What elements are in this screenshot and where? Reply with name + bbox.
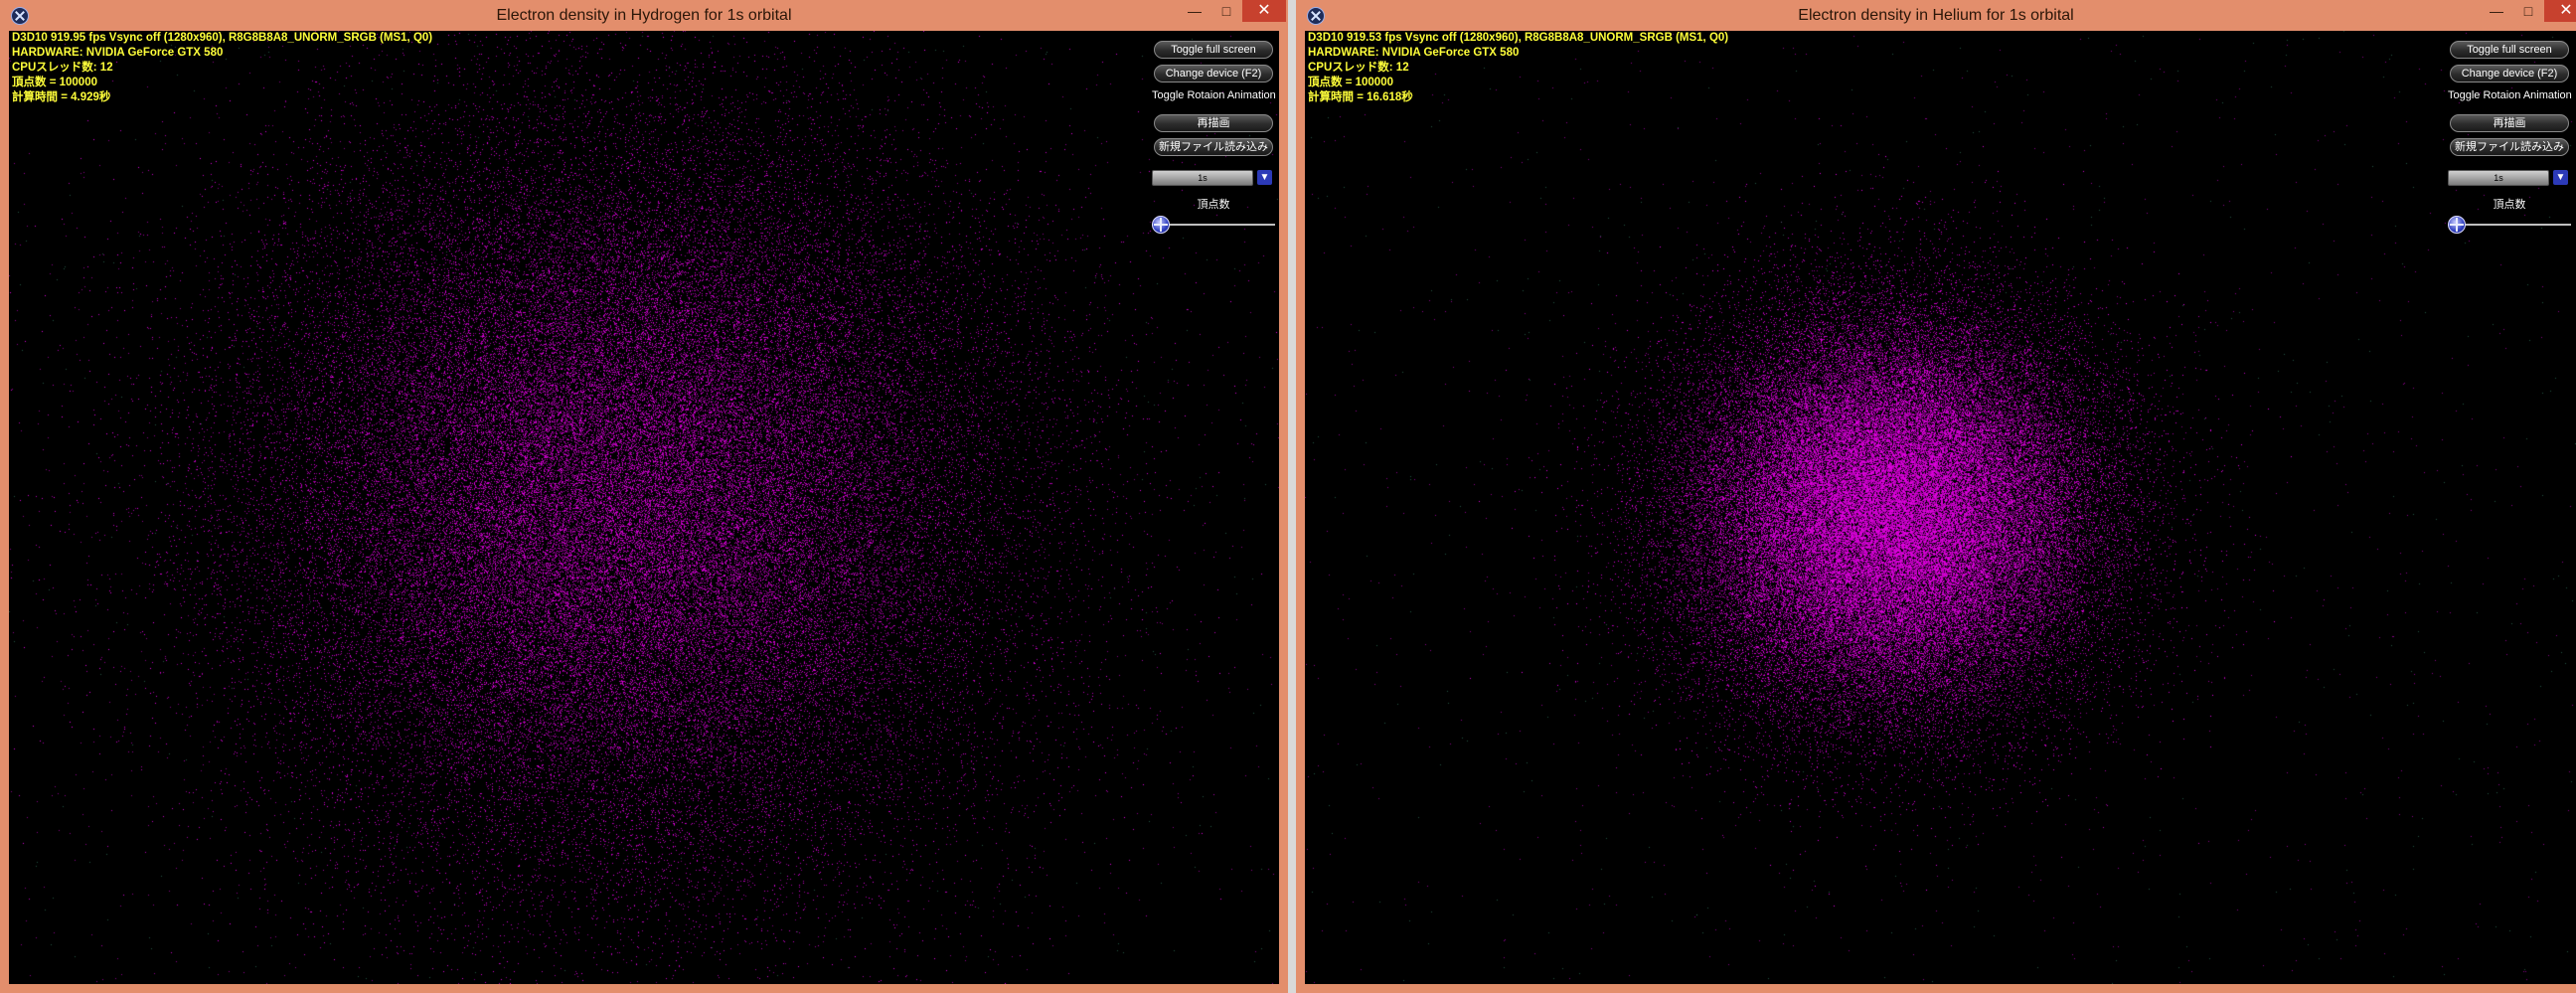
maximize-button[interactable]: □ — [2512, 0, 2544, 22]
render-viewport[interactable]: D3D10 919.95 fps Vsync off (1280x960), R… — [9, 31, 1279, 984]
electron-density-scatter — [9, 31, 1279, 984]
window-title: Electron density in Hydrogen for 1s orbi… — [496, 7, 792, 24]
stats-cpu-threads-line: CPUスレッド数: 12 — [1308, 62, 1409, 74]
stats-vertex-count-line: 頂点数 = 100000 — [1308, 77, 1393, 88]
maximize-button[interactable]: □ — [1210, 0, 1242, 22]
window-title: Electron density in Helium for 1s orbita… — [1798, 7, 2074, 24]
redraw-button[interactable]: 再描画 — [1154, 114, 1273, 132]
slider-thumb[interactable] — [1152, 216, 1170, 234]
change-device-button[interactable]: Change device (F2) — [2450, 65, 2569, 83]
title-bar[interactable]: Electron density in Helium for 1s orbita… — [1296, 0, 2576, 31]
orbital-select[interactable]: 1s ▼ — [1152, 170, 1275, 186]
stats-hardware-line: HARDWARE: NVIDIA GeForce GTX 580 — [12, 47, 224, 59]
stats-overlay: D3D10 919.53 fps Vsync off (1280x960), R… — [1308, 31, 1728, 105]
minimize-button[interactable]: — — [2481, 0, 2512, 22]
vertex-count-slider[interactable] — [1152, 216, 1275, 234]
orbital-select-value[interactable]: 1s — [2448, 170, 2549, 186]
control-panel: Toggle full screen Change device (F2) To… — [2448, 41, 2572, 234]
toggle-full-screen-button[interactable]: Toggle full screen — [1154, 41, 1273, 59]
toggle-full-screen-button[interactable]: Toggle full screen — [2450, 41, 2569, 59]
stats-overlay: D3D10 919.95 fps Vsync off (1280x960), R… — [12, 31, 432, 105]
electron-density-scatter — [1305, 31, 2576, 984]
load-new-file-button[interactable]: 新規ファイル読み込み — [2450, 138, 2569, 156]
dropdown-arrow-icon[interactable]: ▼ — [1257, 170, 1272, 185]
helium-window: Electron density in Helium for 1s orbita… — [1296, 0, 2576, 993]
toggle-rotation-button[interactable]: Toggle Rotaion Animation — [1152, 86, 1276, 104]
vertex-count-label: 頂点数 — [1197, 199, 1230, 211]
vertex-count-label: 頂点数 — [2493, 199, 2526, 211]
stats-hardware-line: HARDWARE: NVIDIA GeForce GTX 580 — [1308, 47, 1520, 59]
stats-compute-time-line: 計算時間 = 4.929秒 — [12, 91, 111, 103]
minimize-button[interactable]: — — [1179, 0, 1210, 22]
title-bar[interactable]: Electron density in Hydrogen for 1s orbi… — [0, 0, 1288, 31]
close-button[interactable]: ✕ — [1242, 0, 1286, 22]
stats-cpu-threads-line: CPUスレッド数: 12 — [12, 62, 113, 74]
toggle-rotation-button[interactable]: Toggle Rotaion Animation — [2448, 86, 2572, 104]
slider-thumb[interactable] — [2448, 216, 2466, 234]
orbital-select[interactable]: 1s ▼ — [2448, 170, 2571, 186]
slider-track[interactable] — [2448, 224, 2571, 226]
hydrogen-window: Electron density in Hydrogen for 1s orbi… — [0, 0, 1288, 993]
control-panel: Toggle full screen Change device (F2) To… — [1152, 41, 1276, 234]
close-button[interactable]: ✕ — [2544, 0, 2576, 22]
stats-fps-line: D3D10 919.53 fps Vsync off (1280x960), R… — [1308, 32, 1729, 44]
dropdown-arrow-icon[interactable]: ▼ — [2553, 170, 2568, 185]
change-device-button[interactable]: Change device (F2) — [1154, 65, 1273, 83]
stats-vertex-count-line: 頂点数 = 100000 — [12, 77, 97, 88]
render-viewport[interactable]: D3D10 919.53 fps Vsync off (1280x960), R… — [1305, 31, 2576, 984]
orbital-select-value[interactable]: 1s — [1152, 170, 1253, 186]
window-gap — [1288, 0, 1296, 993]
load-new-file-button[interactable]: 新規ファイル読み込み — [1154, 138, 1273, 156]
vertex-count-slider[interactable] — [2448, 216, 2571, 234]
stats-compute-time-line: 計算時間 = 16.618秒 — [1308, 91, 1413, 103]
slider-track[interactable] — [1152, 224, 1275, 226]
redraw-button[interactable]: 再描画 — [2450, 114, 2569, 132]
stats-fps-line: D3D10 919.95 fps Vsync off (1280x960), R… — [12, 32, 433, 44]
